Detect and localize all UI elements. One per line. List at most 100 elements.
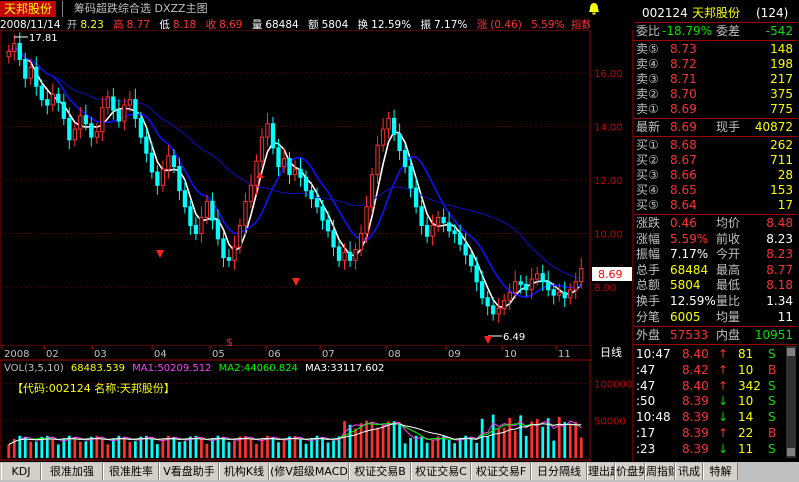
candle-body [380, 128, 386, 146]
order-volume: 153 [770, 183, 793, 197]
tab-13[interactable]: 周指财 [645, 463, 675, 480]
volume-note: 【代码:002124 名称:天邦股份】 [12, 381, 175, 395]
tab-6[interactable]: (修V超级MACD [269, 463, 349, 480]
candle-body [452, 230, 457, 235]
stat-value: 68484 [670, 262, 709, 277]
stat-label: 均价 [716, 216, 741, 230]
date-tick-label: 02 [46, 349, 59, 360]
date-tick-label: 03 [94, 349, 107, 360]
order-price: 8.66 [670, 168, 697, 182]
tick-price: 8.40 [682, 378, 709, 393]
candle-body [215, 219, 221, 240]
tab-5[interactable]: 机构K线 [219, 463, 269, 480]
stat-label: 均量 [716, 309, 741, 324]
tab-15[interactable]: 特解 [703, 463, 738, 480]
arrow-up-icon: ↑ [718, 426, 729, 440]
date-tick-label: 11 [558, 349, 571, 360]
price-axis: 16.00 14.00 12.00 10.00 8.00 [594, 69, 623, 294]
tick-side: S [768, 378, 776, 393]
tab-9[interactable]: 权证交易F [471, 463, 531, 480]
candle-body [485, 297, 490, 307]
candle-body [160, 168, 166, 186]
scroll-up-icon[interactable] [787, 348, 795, 356]
date-tick-label: 08 [388, 349, 401, 360]
candle-body [573, 281, 578, 291]
candle-body [358, 233, 364, 251]
price-tick-label: 14.00 [594, 122, 623, 133]
tab-7[interactable]: 权证交易B [349, 463, 411, 480]
candle-body [331, 230, 336, 248]
date-tick-label: 10 [504, 349, 517, 360]
order-label: 买② [636, 153, 659, 167]
candle-body [513, 281, 518, 293]
tab-1[interactable]: KDJ [1, 463, 41, 480]
stat-row: 换手 12.59% 量比 1.34 [634, 294, 797, 309]
order-volume: 217 [770, 72, 793, 86]
kline-chart[interactable]: 16.00 14.00 12.00 10.00 8.00 17.81 6.49 8.69… [0, 30, 634, 462]
candle-body [298, 168, 303, 178]
volume-tick-label: 100000 [594, 379, 632, 390]
sell-order-row: 卖③ 8.71 217 [634, 72, 797, 87]
candle-body [270, 123, 276, 149]
candle-body [551, 289, 556, 296]
candle-body [193, 224, 199, 235]
neipan-value: 10951 [754, 328, 793, 342]
candle-body [23, 58, 28, 79]
candle-body [424, 224, 430, 237]
tab-11[interactable]: 理出超 [587, 463, 615, 480]
tick-volume: 342 [738, 378, 761, 393]
candle-body [72, 128, 77, 141]
tab-3[interactable]: 很准胜率 [103, 463, 159, 480]
vol-ma1: MA1:50209.512 [132, 363, 211, 374]
order-label: 买③ [636, 168, 659, 182]
tab-2[interactable]: 很准加强 [41, 463, 103, 480]
candle-body [342, 251, 347, 261]
tick-volume: 10 [738, 394, 754, 409]
candle-body [138, 117, 144, 138]
order-label: 卖④ [636, 57, 659, 71]
stat-row: 总额 5804 最低 8.18 [634, 278, 797, 293]
stock-name-tag[interactable]: 天邦股份 [0, 1, 57, 17]
stat-value: 8.18 [766, 278, 793, 293]
price-tick-label: 12.00 [594, 176, 623, 187]
candle-body [353, 249, 358, 261]
period-label[interactable]: 日线 [600, 345, 622, 359]
candle-body [535, 273, 540, 280]
arrow-down-icon: ↓ [718, 410, 729, 425]
candle-body [28, 66, 33, 79]
candle-body [199, 216, 204, 235]
stat-value: 11 [777, 309, 793, 324]
stat-value: 5.59% [670, 231, 709, 246]
tick-scrollbar[interactable] [786, 346, 796, 458]
candle-body [133, 99, 138, 119]
bell-icon[interactable] [588, 2, 600, 16]
divider [634, 22, 797, 23]
candle-body [386, 117, 391, 130]
tab-4[interactable]: V看盘助手 [159, 463, 219, 480]
tick-side: S [768, 347, 776, 361]
candle-body [56, 93, 61, 103]
candle-body [391, 117, 397, 135]
candle-body [39, 85, 44, 101]
tab-14[interactable]: 讯成 [675, 463, 703, 480]
stat-label: 涨幅 [636, 231, 661, 246]
weibi-value: -18.79% [662, 24, 713, 38]
date-tick-label: 09 [448, 349, 461, 360]
candle-body [369, 174, 375, 208]
tab-10[interactable]: 日分隔线 [531, 463, 587, 480]
tab-8[interactable]: 权证交易C [411, 463, 471, 480]
candle-body [413, 187, 419, 208]
tick-time: :50 [636, 394, 656, 409]
scroll-down-icon[interactable] [787, 448, 795, 456]
candle-body [397, 133, 402, 152]
divider [634, 40, 797, 41]
main-chart-title[interactable]: 筹码超跌综合选 DXZZ主图 [74, 1, 208, 17]
candle-body [474, 265, 479, 283]
stock-name: 天邦股份 [692, 6, 741, 20]
candle-body [502, 299, 507, 310]
candle-body [546, 281, 551, 291]
vol-indicator-name: VOL(3,5,10) [4, 363, 64, 374]
candle-body [226, 257, 232, 261]
candle-body [562, 291, 567, 299]
tab-12[interactable]: 价盘势 [615, 463, 645, 480]
